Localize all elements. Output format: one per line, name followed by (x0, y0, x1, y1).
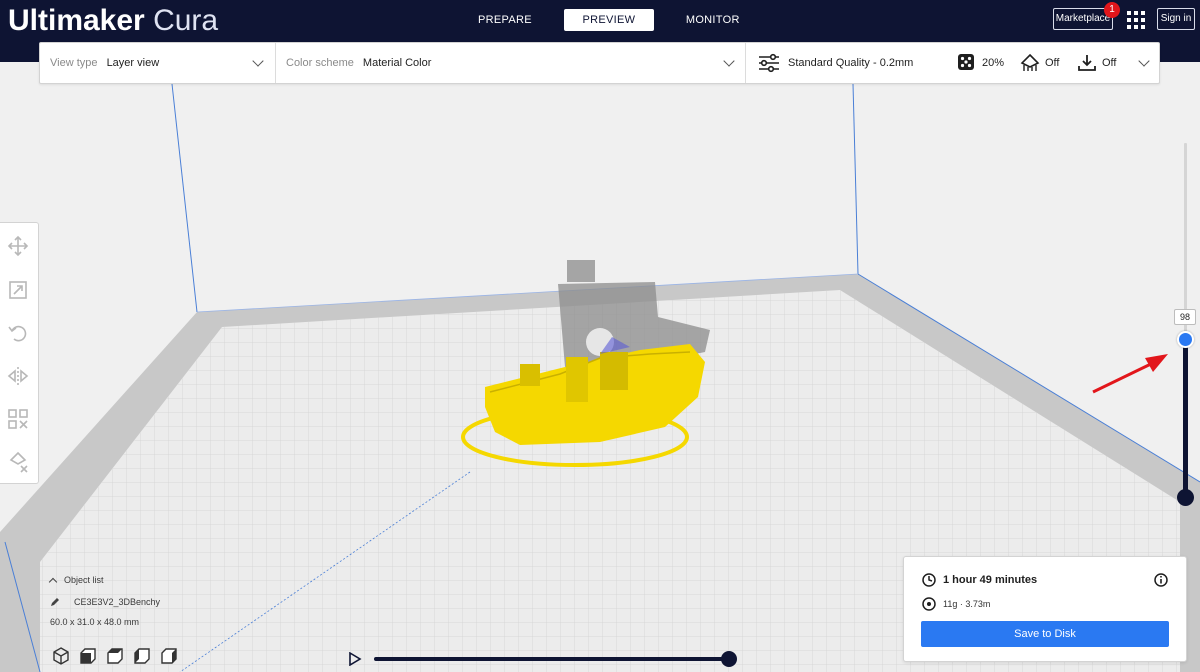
color-scheme-label: Color scheme (286, 57, 354, 69)
notification-badge: 1 (1104, 2, 1120, 18)
move-tool-icon[interactable] (7, 235, 29, 257)
support-blocker-icon[interactable] (7, 451, 29, 473)
object-list-header[interactable]: Object list (48, 575, 160, 586)
app-logo: Ultimaker Cura (8, 4, 218, 38)
sliders-icon (759, 53, 779, 73)
support-icon (1020, 53, 1040, 71)
left-view-icon[interactable] (133, 647, 151, 665)
chevron-down-icon[interactable] (1138, 55, 1150, 67)
infill-value[interactable]: 20% (982, 43, 1004, 83)
pencil-icon (51, 598, 59, 606)
tool-panel (0, 222, 39, 484)
layer-slider-top-handle[interactable] (1177, 331, 1194, 348)
clock-icon (922, 573, 936, 587)
rotate-tool-icon[interactable] (7, 322, 29, 344)
apps-grid-icon[interactable] (1127, 11, 1145, 29)
object-list-title: Object list (64, 575, 104, 585)
stage-tabs: PREPARE PREVIEW MONITOR (458, 9, 760, 31)
play-icon[interactable] (348, 652, 362, 666)
profile-selector[interactable]: Standard Quality - 0.2mm (788, 43, 913, 83)
logo-product: Cura (153, 4, 219, 37)
object-name: CE3E3V2_3DBenchy (74, 597, 161, 607)
layer-slider-bottom-handle[interactable] (1177, 489, 1194, 506)
object-dimensions: 60.0 x 31.0 x 48.0 mm (50, 617, 140, 627)
adhesion-icon (1078, 55, 1096, 71)
signin-button[interactable]: Sign in (1157, 8, 1195, 30)
tab-monitor[interactable]: MONITOR (666, 9, 760, 31)
print-time: 1 hour 49 minutes (943, 574, 1038, 586)
right-view-icon[interactable] (160, 647, 178, 665)
tab-preview[interactable]: PREVIEW (563, 9, 654, 31)
layer-slider-range[interactable] (1183, 340, 1188, 500)
adhesion-value[interactable]: Off (1102, 43, 1116, 83)
infill-icon (958, 54, 974, 70)
per-model-settings-icon[interactable] (7, 408, 29, 430)
support-value[interactable]: Off (1045, 43, 1059, 83)
scale-tool-icon[interactable] (7, 279, 29, 301)
material-usage: 11g · 3.73m (943, 599, 991, 609)
top-view-icon[interactable] (106, 647, 124, 665)
info-icon[interactable] (1154, 573, 1168, 587)
chevron-down-icon[interactable] (252, 55, 264, 67)
view-type-select[interactable]: View type Layer view (50, 43, 159, 83)
path-slider-track[interactable] (374, 657, 729, 661)
3d-view-icon[interactable] (52, 647, 70, 665)
logo-brand: Ultimaker (8, 4, 145, 37)
object-list-item[interactable]: CE3E3V2_3DBenchy (50, 597, 160, 607)
color-scheme-select[interactable]: Color scheme Material Color (286, 43, 431, 83)
spool-icon (922, 597, 936, 611)
front-view-icon[interactable] (79, 647, 97, 665)
view-type-value: Layer view (106, 57, 160, 69)
tab-prepare[interactable]: PREPARE (458, 9, 552, 31)
view-type-label: View type (50, 57, 98, 69)
print-settings-bar: View type Layer view Color scheme Materi… (39, 42, 1160, 84)
camera-view-buttons (52, 647, 178, 665)
chevron-down-icon[interactable] (723, 55, 735, 67)
print-info-panel: 1 hour 49 minutes 11g · 3.73m Save to Di… (903, 556, 1187, 662)
color-scheme-value: Material Color (362, 57, 432, 69)
save-to-disk-button[interactable]: Save to Disk (921, 621, 1169, 647)
mirror-tool-icon[interactable] (7, 365, 29, 387)
layer-number-input[interactable]: 98 (1174, 309, 1196, 325)
path-slider-handle[interactable] (721, 651, 737, 667)
chevron-up-icon[interactable] (48, 577, 58, 586)
object-list: Object list CE3E3V2_3DBenchy 60.0 x 31.0… (48, 575, 160, 627)
